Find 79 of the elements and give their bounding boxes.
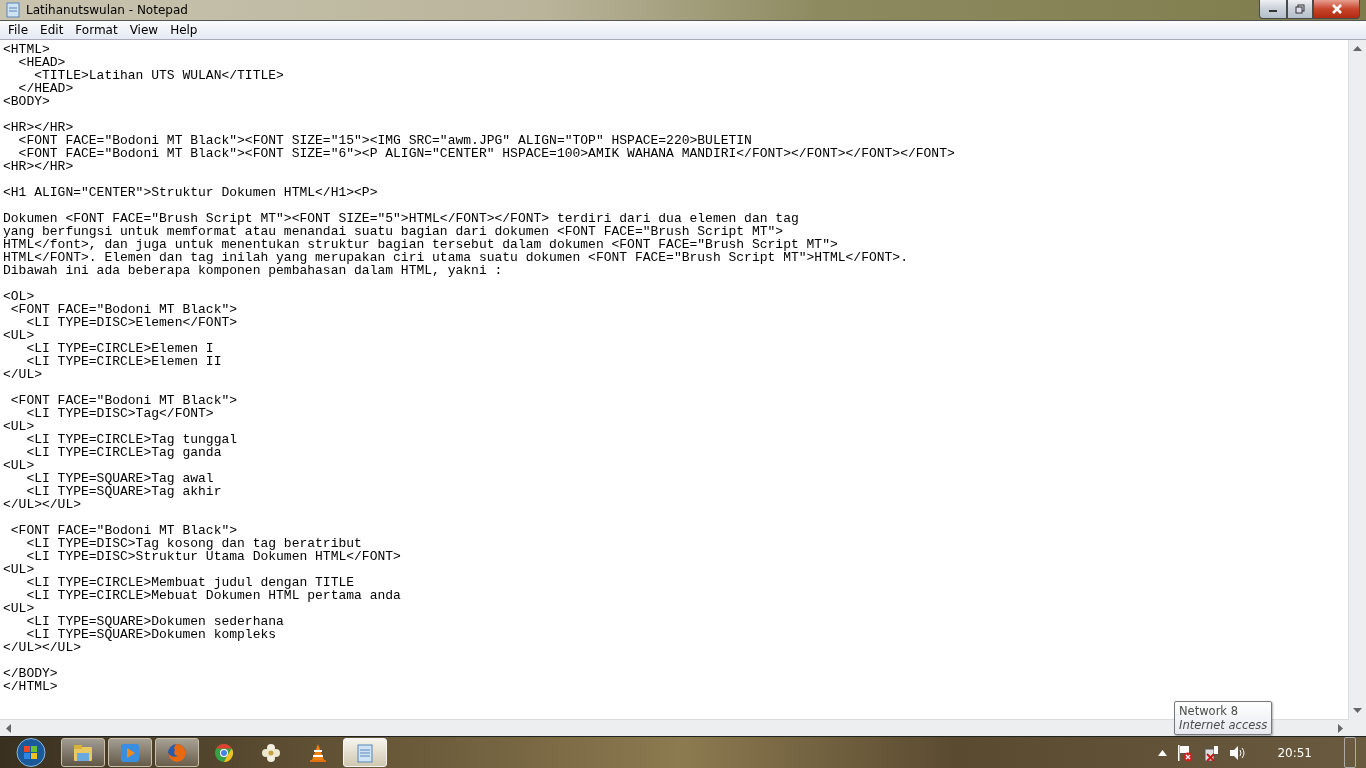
code-line: <BODY>	[3, 95, 51, 108]
code-line: <HEAD>	[17, 56, 67, 69]
code-line: <UL>	[3, 563, 36, 576]
code-line: <LI TYPE=DISC>Struktur Utama Dokumen HTML</FONT>	[25, 550, 402, 563]
clock[interactable]: 20:51	[1277, 745, 1312, 760]
close-button[interactable]	[1313, 0, 1360, 19]
speaker-icon[interactable]	[1229, 744, 1246, 761]
menu-item[interactable]: Format	[69, 23, 124, 37]
code-line: <UL>	[3, 420, 36, 433]
play-icon	[120, 742, 140, 763]
code-line: <LI TYPE=CIRCLE>Elemen II	[25, 355, 223, 368]
code-line: <FONT FACE="Bodoni MT Black">	[9, 394, 239, 407]
folder-icon	[73, 743, 93, 762]
tooltip-subtitle: Internet access	[1179, 718, 1268, 732]
code-line: <HTML>	[3, 43, 51, 56]
code-line: <LI TYPE=SQUARE>Tag akhir	[25, 485, 223, 498]
code-line: <FONT FACE="Bodoni MT Black"><FONT SIZE="15"><IMG SRC="awm.JPG" ALIGN="TOP" HSPACE=220>BULETIN	[17, 134, 753, 147]
chrome-icon	[214, 742, 234, 763]
code-line: <LI TYPE=DISC>Elemen</FONT>	[25, 316, 239, 329]
notepad-icon	[6, 2, 20, 18]
code-line: <LI TYPE=SQUARE>Dokumen sederhana	[25, 615, 285, 628]
scroll-left-icon[interactable]	[6, 724, 11, 733]
traffic-cone-icon	[308, 742, 328, 763]
code-line: <OL>	[3, 290, 36, 303]
menu-item[interactable]: View	[123, 23, 165, 37]
code-line: </HEAD>	[17, 82, 75, 95]
code-line: HTML</FONT>. Elemen dan tag inilah yang merupakan ciri utama suatu dokumen <FONT FACE="Brush Script MT">HTML</FONT>.	[3, 251, 909, 264]
restore-icon	[1295, 4, 1305, 14]
code-line: Dokumen <FONT FACE="Brush Script MT"><FONT SIZE="5">HTML</FONT></FONT> terdiri dari dua elemen dan tag	[3, 212, 800, 225]
code-line: <LI TYPE=CIRCLE>Mebuat Dokumen HTML pertama anda	[25, 589, 402, 602]
code-line: <LI TYPE=CIRCLE>Elemen I	[25, 342, 215, 355]
code-line: </BODY>	[3, 667, 59, 680]
code-line: <LI TYPE=CIRCLE>Membuat judul dengan TITLE	[25, 576, 356, 589]
show-desktop-button[interactable]	[1344, 737, 1356, 768]
notepad-icon	[356, 742, 374, 763]
code-line: <UL>	[3, 459, 36, 472]
tooltip-title: Network 8	[1179, 704, 1239, 718]
code-line: <HR></HR>	[3, 121, 75, 134]
show-hidden-icons-icon[interactable]	[1158, 749, 1168, 756]
window-title: Latihanutswulan - Notepad	[26, 3, 189, 17]
code-line: <FONT FACE="Bodoni MT Black"><FONT SIZE="6"><P ALIGN="CENTER" HSPACE=100>AMIK WAHANA MANDIRI</FONT></FONT></FONT></FONT>	[17, 147, 956, 160]
code-line: <LI TYPE=DISC>Tag kosong dan tag beratribut	[25, 537, 363, 550]
code-line: <LI TYPE=CIRCLE>Tag ganda	[25, 446, 222, 459]
flower-icon	[261, 742, 281, 763]
code-line: </UL></UL>	[3, 641, 81, 654]
restore-button[interactable]	[1287, 0, 1313, 19]
code-line: <HR></HR>	[3, 160, 75, 173]
code-line: </HTML>	[3, 680, 59, 693]
power-plug-icon[interactable]	[1203, 743, 1220, 762]
code-line: </UL>	[3, 368, 43, 381]
code-line: <LI TYPE=CIRCLE>Tag tunggal	[25, 433, 239, 446]
scroll-right-icon[interactable]	[1338, 724, 1343, 733]
vertical-scrollbar[interactable]	[1348, 40, 1366, 719]
code-line: </UL></UL>	[3, 498, 81, 511]
close-icon	[1330, 4, 1343, 14]
code-line: Dibawah ini ada beberapa komponen pembahasan dalam HTML, yakni :	[3, 264, 504, 277]
code-line: <TITLE>Latihan UTS WULAN</TITLE>	[33, 69, 285, 82]
horizontal-scrollbar[interactable]	[0, 719, 1349, 736]
code-line: <LI TYPE=SQUARE>Tag awal	[25, 472, 215, 485]
minimize-button[interactable]	[1259, 0, 1287, 19]
code-line: <UL>	[3, 602, 36, 615]
code-line: <LI TYPE=DISC>Tag</FONT>	[25, 407, 215, 420]
code-line: yang berfungsi untuk memformat atau menandai suatu bagian dari dokumen <FONT FACE="Brush Script MT">	[3, 225, 784, 238]
menu-item[interactable]: Help	[164, 23, 204, 37]
code-line: <UL>	[3, 329, 36, 342]
scroll-down-icon[interactable]	[1353, 708, 1362, 713]
code-line: <FONT FACE="Bodoni MT Black">	[9, 524, 239, 537]
code-line: HTML</font>, dan juga untuk menentukan struktur bagian tersebut dalam dokumen <FONT FACE="Brush Script MT">	[3, 238, 838, 251]
flag-icon[interactable]	[1177, 743, 1194, 762]
taskbar-button[interactable]	[155, 738, 199, 767]
code-line: <H1 ALIGN="CENTER">Struktur Dokumen HTML</H1><P>	[3, 186, 379, 199]
taskbar-button[interactable]	[108, 738, 152, 767]
menu-item[interactable]: File	[2, 23, 35, 37]
code-line: <LI TYPE=SQUARE>Dokumen kompleks	[25, 628, 278, 641]
taskbar-button[interactable]	[61, 738, 105, 767]
code-line: <FONT FACE="Bodoni MT Black">	[9, 303, 239, 316]
scroll-up-icon[interactable]	[1353, 46, 1362, 51]
menu-item[interactable]: Edit	[34, 23, 70, 37]
firefox-icon	[167, 742, 187, 763]
